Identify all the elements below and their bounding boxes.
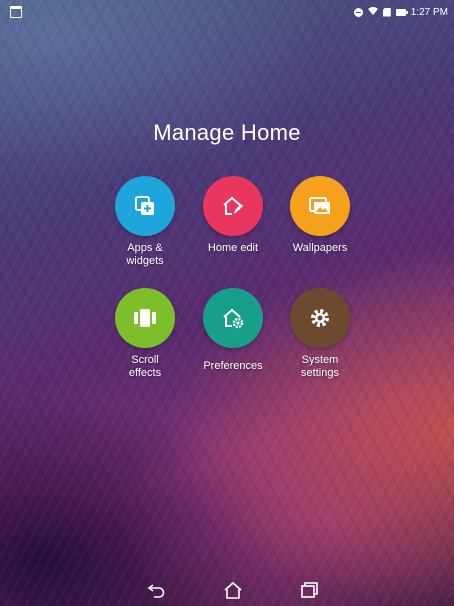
apps-widgets-circle (115, 176, 175, 236)
wallpapers-button[interactable]: Wallpapers (270, 176, 370, 255)
apps-widgets-icon (135, 196, 154, 215)
system-settings-label: System settings (301, 354, 339, 379)
wallpapers-circle (290, 176, 350, 236)
status-time: 1:27 PM (410, 6, 448, 18)
scroll-effects-button[interactable]: Scroll effects (95, 288, 195, 380)
wallpapers-icon (309, 197, 330, 214)
system-settings-icon (311, 309, 329, 327)
recents-icon[interactable] (298, 580, 320, 600)
page-title: Manage Home (153, 120, 301, 145)
navigation-bar (0, 574, 454, 606)
preferences-circle (203, 288, 263, 348)
scroll-effects-icon (134, 309, 156, 327)
apps-widgets-label: Apps & widgets (126, 242, 164, 267)
system-settings-circle (290, 288, 350, 348)
scroll-effects-label: Scroll effects (128, 354, 162, 379)
status-icons: 1:27 PM (353, 4, 448, 20)
home-edit-circle (203, 176, 263, 236)
gallery-notification-icon (10, 6, 22, 18)
home-edit-icon (223, 196, 243, 215)
scroll-effects-circle (115, 288, 175, 348)
preferences-button[interactable]: Preferences (183, 288, 283, 373)
home-icon[interactable] (222, 580, 244, 600)
home-edit-button[interactable]: Home edit (183, 176, 283, 255)
home-edit-label: Home edit (207, 242, 259, 254)
battery-icon (395, 8, 408, 16)
preferences-icon (223, 308, 244, 329)
status-bar: 1:27 PM (0, 0, 454, 24)
back-icon[interactable] (146, 580, 168, 600)
system-settings-button[interactable]: System settings (270, 288, 370, 380)
wallpapers-label: Wallpapers (292, 242, 348, 254)
sim-icon (382, 7, 391, 17)
do-not-disturb-icon (353, 7, 363, 17)
wifi-icon (367, 6, 378, 18)
preferences-label: Preferences (203, 360, 263, 372)
apps-widgets-button[interactable]: Apps & widgets (95, 176, 195, 268)
